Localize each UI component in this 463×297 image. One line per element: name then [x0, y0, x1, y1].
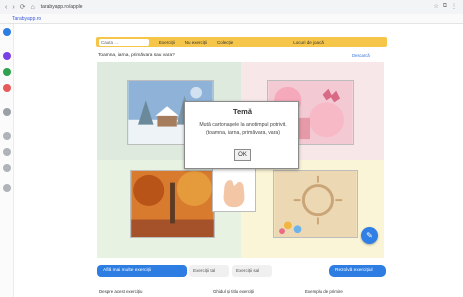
- address-bar[interactable]: tarabyapp.ro/apple: [41, 4, 83, 10]
- purple-app-icon[interactable]: [3, 52, 11, 60]
- green-app-icon[interactable]: [3, 68, 11, 76]
- tab-playgrounds[interactable]: Locuri de joacă: [293, 40, 324, 45]
- footer-guide: Ghidul și titlu exerciții: [213, 289, 255, 294]
- red-app-icon[interactable]: [3, 84, 11, 92]
- summer-card[interactable]: [273, 170, 358, 238]
- forward-icon[interactable]: ›: [12, 4, 14, 11]
- task-dialog: Temă Mută cartonașele la anotimpul potri…: [184, 101, 299, 169]
- bookmarks-bar: Tarabyapp.ro: [0, 14, 463, 24]
- bookmark-link[interactable]: Tarabyapp.ro: [12, 16, 41, 22]
- drag-hand-icon: [212, 168, 256, 212]
- app-icon[interactable]: [3, 28, 11, 36]
- settings-icon[interactable]: [3, 132, 11, 140]
- tab-your-exercises[interactable]: Exerciții tal: [189, 265, 229, 277]
- tab-exercises[interactable]: Exerciții: [159, 40, 175, 45]
- back-icon[interactable]: ‹: [5, 4, 7, 11]
- download-link[interactable]: Descarcă: [352, 53, 370, 58]
- tab-collection[interactable]: Colecție: [217, 40, 233, 45]
- app-toolbar: Cauta ... Exerciții Nu exerciții Colecți…: [96, 37, 387, 47]
- tab-saved-exercises[interactable]: Exerciții sal: [232, 265, 272, 277]
- dialog-title: Temă: [232, 107, 253, 116]
- edit-fab-button[interactable]: ✎: [361, 227, 378, 244]
- footer-example: Exemplu de primire: [305, 289, 343, 294]
- bottom-bar: Află mai multe exerciții Exerciții tal E…: [97, 265, 386, 277]
- home-icon[interactable]: ⌂: [31, 4, 35, 11]
- star-icon[interactable]: ☆: [433, 3, 438, 10]
- tab-new-exercises[interactable]: Nu exerciții: [185, 40, 207, 45]
- browser-actions: ☆ ⧉ ⋮: [433, 3, 457, 10]
- left-sidebar: [0, 24, 14, 297]
- screen: ‹ › ⟳ ⌂ tarabyapp.ro/apple ☆ ⧉ ⋮ Tarabya…: [0, 0, 463, 297]
- dialog-text: Mută cartonașele la anotimpul potrivit. …: [199, 122, 287, 136]
- menu-icon[interactable]: ⋮: [451, 3, 457, 10]
- solve-button[interactable]: Rezolvă exercițiul: [329, 265, 386, 277]
- reload-icon[interactable]: ⟳: [20, 3, 26, 11]
- history-icon[interactable]: [3, 148, 11, 156]
- autumn-card[interactable]: [130, 170, 215, 238]
- exercise-question: Toamna, iarna, primăvara sau vara?: [98, 53, 175, 58]
- ok-button[interactable]: OK: [234, 149, 251, 161]
- browser-toolbar: ‹ › ⟳ ⌂ tarabyapp.ro/apple ☆ ⧉ ⋮: [0, 0, 463, 14]
- more-exercises-button[interactable]: Află mai multe exerciții: [97, 265, 187, 277]
- tools-icon[interactable]: [3, 164, 11, 172]
- grey-app-icon[interactable]: [3, 108, 11, 116]
- info-icon[interactable]: [3, 184, 11, 192]
- search-input[interactable]: Cauta ...: [99, 38, 149, 46]
- footer-about: Despre acest exercițiu: [99, 289, 143, 294]
- extensions-icon[interactable]: ⧉: [443, 3, 447, 10]
